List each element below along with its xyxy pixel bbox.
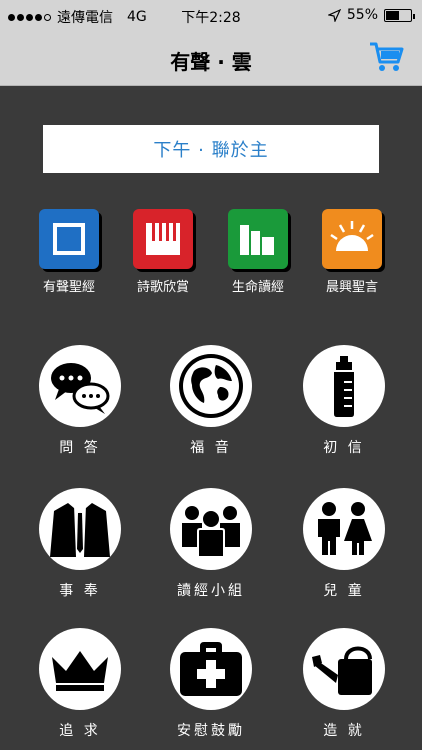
suit-icon [39,488,121,570]
chat-bubbles-icon [39,345,121,427]
app-tile-life-study[interactable]: 生命讀經 [223,209,293,295]
grid-label: 問 答 [59,440,101,456]
location-arrow-icon [327,8,341,22]
grid-label: 讀經小組 [177,583,245,599]
status-bar: 遠傳電信 4G 下午2:28 55% [0,0,422,32]
grid-label: 事 奉 [59,583,101,599]
app-label: 有聲聖經 [42,280,95,295]
app-label: 生命讀經 [231,280,284,295]
app-tile-bible[interactable]: 有聲聖經 [34,209,104,295]
books-icon [228,209,288,269]
grid-item-children[interactable]: 兒 童 [289,488,399,600]
crown-icon [39,628,121,710]
grid-item-bible-study-group[interactable]: 讀經小組 [156,488,266,600]
grid-item-service[interactable]: 事 奉 [25,488,135,600]
page-title: 有聲 · 雲 [170,50,252,74]
grid-label: 造 就 [323,723,365,739]
navigation-bar: 有聲 · 雲 [0,32,422,86]
watering-can-icon [303,628,385,710]
grid-label: 福 音 [190,440,232,456]
app-label: 晨興聖言 [325,280,378,295]
cart-icon [370,42,404,71]
globe-icon [170,345,252,427]
grid-item-new-believer[interactable]: 初 信 [289,345,399,457]
book-icon [39,209,99,269]
grid-item-edify[interactable]: 造 就 [289,628,399,740]
battery-percent: 55% [346,7,378,23]
sunrise-icon [322,209,382,269]
battery-icon [384,8,415,22]
grid-label: 安慰鼓勵 [177,723,245,739]
piano-icon [133,209,193,269]
banner-button[interactable]: 下午 · 聯於主 [43,125,379,173]
grid-label: 兒 童 [323,583,365,599]
grid-item-pursue[interactable]: 追 求 [25,628,135,740]
first-aid-kit-icon [170,628,252,710]
app-tile-hymns[interactable]: 詩歌欣賞 [128,209,198,295]
grid-label: 初 信 [323,440,365,456]
children-icon [303,488,385,570]
group-icon [170,488,252,570]
status-right: 55% [327,7,415,23]
grid-label: 追 求 [59,723,101,739]
grid-item-gospel[interactable]: 福 音 [156,345,266,457]
grid-item-qa[interactable]: 問 答 [25,345,135,457]
grid-item-comfort[interactable]: 安慰鼓勵 [156,628,266,740]
app-tile-morning-revival[interactable]: 晨興聖言 [317,209,387,295]
cart-button[interactable] [368,40,404,74]
baby-bottle-icon [303,345,385,427]
app-label: 詩歌欣賞 [136,280,189,295]
